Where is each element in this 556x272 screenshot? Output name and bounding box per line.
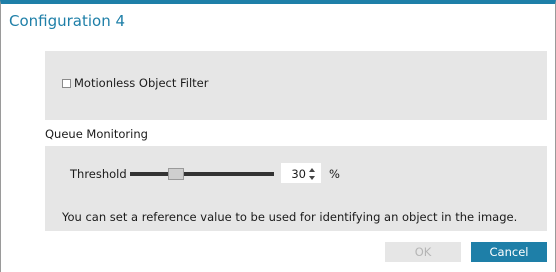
ok-button[interactable]: OK xyxy=(385,242,461,262)
configuration-dialog: Configuration 4 Motionless Object Filter… xyxy=(0,0,556,272)
spin-down-icon[interactable] xyxy=(309,176,315,180)
threshold-label: Threshold xyxy=(70,167,127,181)
motionless-filter-panel: Motionless Object Filter xyxy=(45,51,547,120)
threshold-number-input[interactable]: 30 xyxy=(281,163,321,183)
dialog-title: Configuration 4 xyxy=(9,12,126,30)
queue-monitoring-panel: Threshold 30 % You can set a reference v… xyxy=(45,146,547,231)
threshold-spinner[interactable] xyxy=(309,167,317,181)
threshold-slider-track[interactable] xyxy=(130,172,274,176)
queue-monitoring-heading: Queue Monitoring xyxy=(45,127,148,141)
motionless-filter-label: Motionless Object Filter xyxy=(74,76,209,90)
cancel-button[interactable]: Cancel xyxy=(471,242,547,262)
spin-up-icon[interactable] xyxy=(309,168,315,172)
threshold-hint-text: You can set a reference value to be used… xyxy=(62,210,518,224)
motionless-filter-checkbox[interactable] xyxy=(62,78,71,88)
threshold-unit: % xyxy=(329,167,340,181)
threshold-slider-handle[interactable] xyxy=(168,168,184,180)
threshold-slider[interactable] xyxy=(130,168,274,180)
motionless-filter-row[interactable]: Motionless Object Filter xyxy=(62,76,209,90)
threshold-value[interactable]: 30 xyxy=(291,167,306,181)
